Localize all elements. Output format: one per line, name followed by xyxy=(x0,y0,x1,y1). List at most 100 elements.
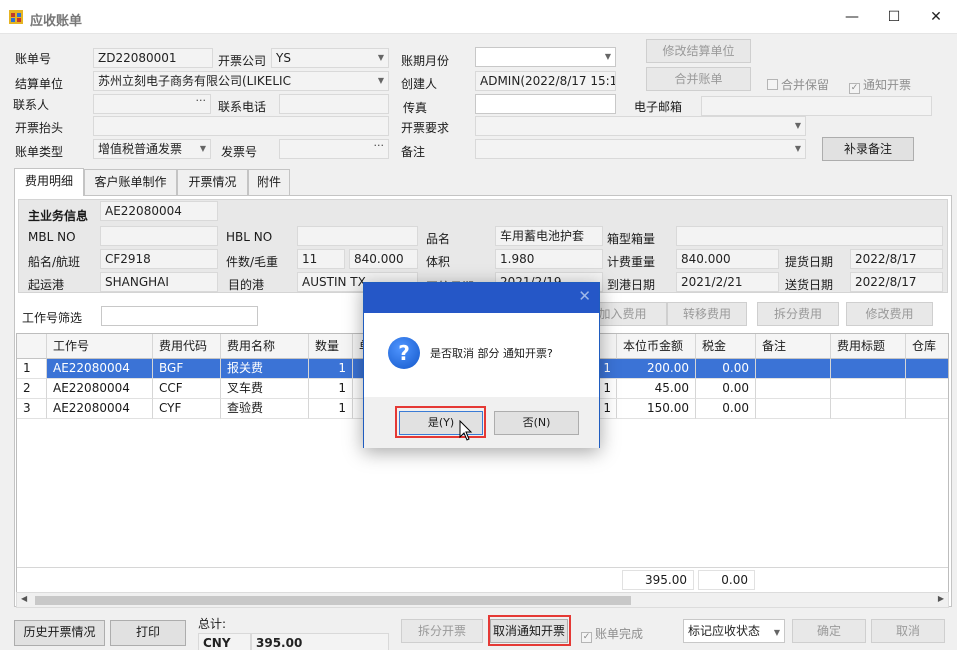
close-button[interactable]: ✕ xyxy=(916,2,956,32)
hbl-field[interactable] xyxy=(297,226,418,246)
chevron-down-icon: ▼ xyxy=(794,121,801,130)
remark-select[interactable]: ▼ xyxy=(475,139,806,159)
cell-code: CCF xyxy=(153,379,221,399)
tab-fee-detail[interactable]: 费用明细 xyxy=(14,168,84,196)
mbl-field[interactable] xyxy=(100,226,218,246)
job-filter-input[interactable] xyxy=(101,306,258,326)
invoice-company-label: 开票公司 xyxy=(218,54,267,68)
dialog-header: ✕ xyxy=(364,283,599,313)
cell-qty: 1 xyxy=(309,379,353,399)
highlight-box xyxy=(488,615,571,646)
cell-tax: 0.00 xyxy=(696,399,756,419)
cancel-button[interactable]: 取消 xyxy=(871,619,945,643)
table-header-name[interactable]: 费用名称 xyxy=(221,334,309,359)
pkg-field[interactable]: 11 xyxy=(297,249,345,269)
minimize-button[interactable]: — xyxy=(832,2,872,32)
tab-attachments[interactable]: 附件 xyxy=(248,169,290,195)
gross-weight-field[interactable]: 840.000 xyxy=(349,249,418,269)
creator-label: 创建人 xyxy=(401,77,438,91)
business-section-label: 主业务信息 xyxy=(28,209,89,223)
history-invoice-button[interactable]: 历史开票情况 xyxy=(14,620,105,646)
bill-type-select[interactable]: 增值税普通发票 ▼ xyxy=(93,139,211,159)
horizontal-scrollbar[interactable]: ◀ ▶ xyxy=(16,592,949,608)
pickup-date-label: 提货日期 xyxy=(785,255,834,269)
cell-warehouse xyxy=(906,359,948,379)
email-field[interactable] xyxy=(701,96,932,116)
box-field[interactable] xyxy=(676,226,943,246)
ellipsis-icon[interactable]: ··· xyxy=(374,140,385,155)
tab-customer-bill[interactable]: 客户账单制作 xyxy=(84,169,177,195)
job-no-field[interactable]: AE22080004 xyxy=(100,201,218,221)
ellipsis-icon[interactable]: ··· xyxy=(196,95,207,110)
deliver-date-field[interactable]: 2022/8/17 xyxy=(850,272,943,292)
confirm-button[interactable]: 确定 xyxy=(792,619,866,643)
bill-no-field[interactable]: ZD22080001 xyxy=(93,48,213,68)
split-fee-button[interactable]: 拆分费用 xyxy=(757,302,839,326)
add-remark-button[interactable]: 补录备注 xyxy=(822,137,914,161)
tab-invoice-status[interactable]: 开票情况 xyxy=(177,169,248,195)
table-header-warehouse[interactable]: 仓库 xyxy=(906,334,948,359)
fax-field[interactable] xyxy=(475,94,616,114)
charge-weight-label: 计费重量 xyxy=(607,255,656,269)
merge-deposit-checkbox[interactable]: 合并保留 xyxy=(767,76,829,93)
invoice-no-field[interactable]: ··· xyxy=(279,139,389,159)
check-icon: ✓ xyxy=(849,83,860,94)
table-header-code[interactable]: 费用代码 xyxy=(153,334,221,359)
cell-name: 叉车费 xyxy=(221,379,309,399)
pol-label: 起运港 xyxy=(28,278,65,292)
checkbox-box xyxy=(767,79,778,90)
dialog-no-button[interactable]: 否(N) xyxy=(494,411,579,435)
split-invoice-button[interactable]: 拆分开票 xyxy=(401,619,483,643)
volume-field[interactable]: 1.980 xyxy=(495,249,603,269)
table-header-job[interactable]: 工作号 xyxy=(47,334,153,359)
invoice-title-field[interactable] xyxy=(93,116,389,136)
scrollbar-thumb[interactable] xyxy=(35,596,631,605)
bill-done-checkbox[interactable]: ✓ 账单完成 xyxy=(581,625,643,643)
merge-bill-button[interactable]: 合并账单 xyxy=(646,67,751,91)
chevron-down-icon: ▼ xyxy=(604,52,611,61)
currency-field: CNY xyxy=(198,633,251,650)
print-button[interactable]: 打印 xyxy=(110,620,186,646)
cell-fee-title xyxy=(831,379,906,399)
creator-field[interactable]: ADMIN(2022/8/17 15:1 xyxy=(475,71,616,91)
settle-unit-value: 苏州立刻电子商务有限公司(LIKELIC xyxy=(98,74,291,88)
cell-qty: 1 xyxy=(309,359,353,379)
pol-field[interactable]: SHANGHAI xyxy=(100,272,218,292)
product-label: 品名 xyxy=(426,232,451,246)
cell-tax: 0.00 xyxy=(696,359,756,379)
dialog-message: 是否取消 部分 通知开票? xyxy=(430,347,553,360)
modify-settle-button[interactable]: 修改结算单位 xyxy=(646,39,751,63)
charge-weight-field[interactable]: 840.000 xyxy=(676,249,779,269)
vessel-field[interactable]: CF2918 xyxy=(100,249,218,269)
summary-divider xyxy=(17,567,948,568)
status-select[interactable]: 标记应收状态 ▼ xyxy=(683,619,785,643)
product-field[interactable]: 车用蓄电池护套 xyxy=(495,226,603,246)
table-header-tax[interactable]: 税金 xyxy=(696,334,756,359)
arrive-date-field[interactable]: 2021/2/21 xyxy=(676,272,779,292)
table-header-remark[interactable]: 备注 xyxy=(756,334,831,359)
table-header-qty[interactable]: 数量 xyxy=(309,334,353,359)
row-index: 1 xyxy=(17,359,47,379)
hbl-label: HBL NO xyxy=(226,230,273,244)
table-header-amount[interactable]: 本位币金额 xyxy=(617,334,696,359)
close-icon[interactable]: ✕ xyxy=(578,287,591,305)
chevron-down-icon: ▼ xyxy=(377,76,384,85)
scroll-right-icon[interactable]: ▶ xyxy=(938,594,944,603)
settle-unit-select[interactable]: 苏州立刻电子商务有限公司(LIKELIC ▼ xyxy=(93,71,389,91)
invoice-company-select[interactable]: YS ▼ xyxy=(271,48,389,68)
scroll-left-icon[interactable]: ◀ xyxy=(21,594,27,603)
invoice-req-select[interactable]: ▼ xyxy=(475,116,806,136)
table-header-fee-title[interactable]: 费用标题 xyxy=(831,334,906,359)
transfer-fee-button[interactable]: 转移费用 xyxy=(667,302,747,326)
pod-label: 目的港 xyxy=(228,278,265,292)
contact-field[interactable]: ··· xyxy=(93,94,211,114)
pickup-date-field[interactable]: 2022/8/17 xyxy=(850,249,943,269)
notify-invoice-checkbox[interactable]: ✓ 通知开票 xyxy=(849,76,911,94)
maximize-button[interactable]: ☐ xyxy=(874,2,914,32)
check-icon: ✓ xyxy=(581,632,592,643)
modify-fee-button[interactable]: 修改费用 xyxy=(846,302,933,326)
phone-field[interactable] xyxy=(279,94,389,114)
email-label: 电子邮箱 xyxy=(634,100,683,114)
chevron-down-icon: ▼ xyxy=(773,628,780,637)
period-select[interactable]: ▼ xyxy=(475,47,616,67)
